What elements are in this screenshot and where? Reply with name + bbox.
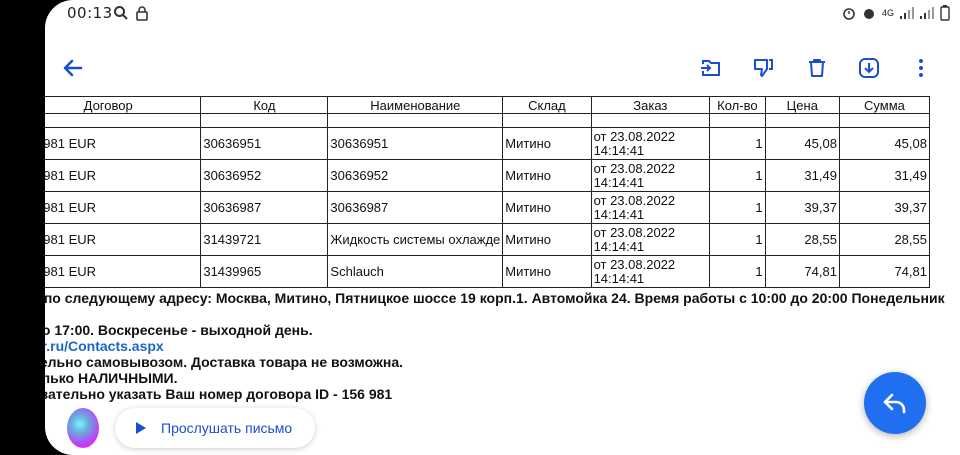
lock-icon — [136, 6, 148, 21]
listen-label: Прослушать письмо — [161, 420, 293, 436]
info-hours: до 17:00. Воскресенье - выходной день. — [45, 322, 313, 338]
cell-sum: 45,08 — [838, 127, 931, 160]
cell-price: 45,08 — [764, 127, 840, 160]
info-payment: олько НАЛИЧНЫМИ. — [45, 370, 178, 386]
cell-sklad: Митино — [502, 223, 592, 256]
zakaz-time: 14:14:41 — [593, 174, 645, 190]
zakaz-time: 14:14:41 — [593, 206, 645, 222]
table-spacer-row — [45, 113, 931, 128]
cell-sum: 28,55 — [838, 223, 931, 256]
cell-sum: 74,81 — [838, 255, 931, 288]
trash-icon — [809, 59, 825, 77]
table-header-row: Договор Код Наименование Склад Заказ Кол… — [45, 96, 931, 114]
cell-sklad: Митино — [502, 127, 592, 160]
info-address: з по следующему адресу: Москва, Митино, … — [45, 290, 945, 306]
zakaz-date: от 23.08.2022 — [593, 192, 676, 208]
cell-dogovor: 156 981 EUR — [45, 223, 202, 256]
table-row: 156 981 EUR 30636951 30636951 Митино от … — [45, 127, 931, 160]
cell-dogovor: 156 981 EUR — [45, 127, 202, 160]
assistant-orb-icon[interactable] — [67, 408, 99, 448]
cell-price: 39,37 — [764, 191, 840, 224]
cell-qty: 1 — [709, 127, 766, 160]
orders-table: Договор Код Наименование Склад Заказ Кол… — [45, 96, 931, 288]
cell-kod: 30636951 — [200, 127, 329, 160]
col-header-dogovor: Договор — [45, 96, 202, 114]
cell-sum: 31,49 — [838, 159, 931, 192]
cell-dogovor: 156 981 EUR — [45, 191, 202, 224]
thumb-down-icon — [754, 59, 773, 77]
cell-zakaz: от 23.08.2022 14:14:41 — [590, 159, 711, 192]
alarm-clock-icon — [863, 9, 874, 19]
status-bar: 00:13 4G — [45, 0, 960, 28]
cell-zakaz: от 23.08.2022 14:14:41 — [590, 127, 711, 160]
cell-price: 31,49 — [764, 159, 840, 192]
play-icon — [136, 422, 146, 434]
col-header-zakaz: Заказ — [590, 96, 711, 114]
zakaz-time: 14:14:41 — [593, 142, 645, 158]
email-screen: 00:13 4G Договор Код Наименование Склад … — [45, 0, 960, 455]
table-row: 156 981 EUR 30636952 30636952 Митино от … — [45, 159, 931, 192]
battery-icon — [940, 5, 950, 21]
cell-name: 30636987 — [327, 191, 504, 224]
reply-icon — [883, 393, 906, 414]
zakaz-date: от 23.08.2022 — [593, 224, 676, 240]
zakaz-time: 14:14:41 — [593, 270, 645, 286]
cell-kod: 30636987 — [200, 191, 329, 224]
col-header-name: Наименование — [327, 96, 504, 114]
cell-zakaz: от 23.08.2022 14:14:41 — [590, 223, 711, 256]
cell-dogovor: 156 981 EUR — [45, 159, 202, 192]
alarm-icon — [843, 8, 855, 20]
cell-qty: 1 — [709, 191, 766, 224]
cell-qty: 1 — [709, 159, 766, 192]
reply-button[interactable] — [864, 372, 926, 434]
zakaz-date: от 23.08.2022 — [593, 160, 676, 176]
email-body: Договор Код Наименование Склад Заказ Кол… — [45, 80, 960, 410]
cell-kod: 31439721 — [200, 223, 329, 256]
cell-dogovor: 156 981 EUR — [45, 255, 202, 288]
cell-qty: 1 — [709, 223, 766, 256]
status-time: 00:13 — [67, 4, 113, 22]
signal-icon — [900, 7, 914, 19]
contacts-link[interactable]: br.ru/Contacts.aspx — [45, 338, 953, 354]
cell-sklad: Митино — [502, 159, 592, 192]
col-header-sklad: Склад — [502, 96, 592, 114]
cell-name: Жидкость системы охлажде — [327, 223, 504, 256]
pickup-info: з по следующему адресу: Москва, Митино, … — [45, 290, 953, 402]
search-icon — [114, 6, 128, 20]
cell-price: 28,55 — [764, 223, 840, 256]
cell-qty: 1 — [709, 255, 766, 288]
move-folder-icon — [701, 60, 720, 76]
arrow-left-icon — [63, 59, 83, 77]
info-delivery: тельно самовывозом. Доставка товара не в… — [45, 354, 403, 370]
listen-button[interactable]: Прослушать письмо — [115, 408, 315, 448]
cell-zakaz: от 23.08.2022 14:14:41 — [590, 255, 711, 288]
cell-kod: 31439965 — [200, 255, 329, 288]
cell-price: 74,81 — [764, 255, 840, 288]
cell-name: 30636951 — [327, 127, 504, 160]
col-header-qty: Кол-во — [709, 96, 766, 114]
cell-sklad: Митино — [502, 191, 592, 224]
col-header-sum: Сумма — [838, 96, 931, 114]
zakaz-date: от 23.08.2022 — [593, 128, 676, 144]
cell-sum: 39,37 — [838, 191, 931, 224]
bottom-bar: Прослушать письмо — [45, 400, 960, 455]
cell-sklad: Митино — [502, 255, 592, 288]
zakaz-date: от 23.08.2022 — [593, 256, 676, 272]
cell-name: 30636952 — [327, 159, 504, 192]
cell-zakaz: от 23.08.2022 14:14:41 — [590, 191, 711, 224]
table-row: 156 981 EUR 31439721 Жидкость системы ох… — [45, 223, 931, 256]
more-vertical-icon — [919, 59, 923, 77]
cell-name: Schlauch — [327, 255, 504, 288]
col-header-price: Цена — [764, 96, 840, 114]
col-header-kod: Код — [200, 96, 329, 114]
table-row: 156 981 EUR 31439965 Schlauch Митино от … — [45, 255, 931, 288]
download-icon — [859, 58, 879, 78]
network-type: 4G — [881, 8, 894, 18]
cell-kod: 30636952 — [200, 159, 329, 192]
table-row: 156 981 EUR 30636987 30636987 Митино от … — [45, 191, 931, 224]
signal-icon-2 — [920, 7, 934, 19]
zakaz-time: 14:14:41 — [593, 238, 645, 254]
